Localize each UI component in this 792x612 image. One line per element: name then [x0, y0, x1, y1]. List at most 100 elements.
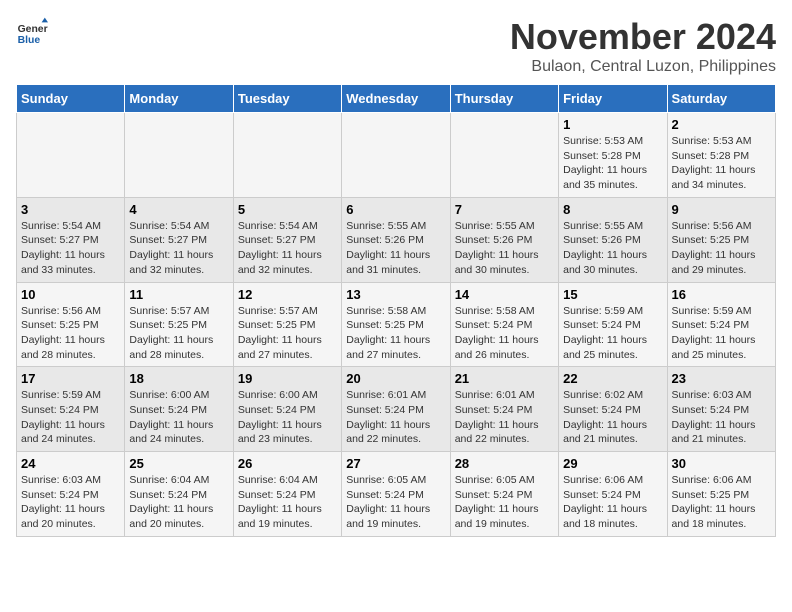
calendar-week-row: 24Sunrise: 6:03 AM Sunset: 5:24 PM Dayli… — [17, 452, 776, 537]
calendar-cell: 20Sunrise: 6:01 AM Sunset: 5:24 PM Dayli… — [342, 367, 450, 452]
calendar-cell: 24Sunrise: 6:03 AM Sunset: 5:24 PM Dayli… — [17, 452, 125, 537]
day-info: Sunrise: 5:55 AM Sunset: 5:26 PM Dayligh… — [346, 219, 445, 278]
calendar-cell: 23 Sunrise: 6:03 AM Sunset: 5:24 PM Dayli… — [667, 367, 775, 452]
calendar-cell: 10Sunrise: 5:56 AM Sunset: 5:25 PM Dayli… — [17, 282, 125, 367]
calendar-cell: 2Sunrise: 5:53 AM Sunset: 5:28 PM Daylig… — [667, 113, 775, 198]
header: General Blue November 2024 Bulaon, Centr… — [16, 16, 776, 76]
calendar-cell: 17 Sunrise: 5:59 AM Sunset: 5:24 PM Dayli… — [17, 367, 125, 452]
day-number: 30 — [672, 456, 771, 471]
day-info: Sunrise: 6:00 AM Sunset: 5:24 PM Dayligh… — [129, 388, 228, 447]
calendar-cell: 21 Sunrise: 6:01 AM Sunset: 5:24 PM Dayli… — [450, 367, 558, 452]
day-number: 12 — [238, 287, 337, 302]
calendar-cell: 15Sunrise: 5:59 AM Sunset: 5:24 PM Dayli… — [559, 282, 667, 367]
day-number: 14 — [455, 287, 554, 302]
calendar-header-row: SundayMondayTuesdayWednesdayThursdayFrid… — [17, 85, 776, 113]
calendar-cell: 13 Sunrise: 5:58 AM Sunset: 5:25 PM Dayli… — [342, 282, 450, 367]
calendar-cell: 14 Sunrise: 5:58 AM Sunset: 5:24 PM Dayli… — [450, 282, 558, 367]
day-info: Sunrise: 5:54 AM Sunset: 5:27 PM Dayligh… — [129, 219, 228, 278]
calendar-cell: 5 Sunrise: 5:54 AM Sunset: 5:27 PM Daylig… — [233, 197, 341, 282]
calendar-cell — [450, 113, 558, 198]
header-wednesday: Wednesday — [342, 85, 450, 113]
day-info: Sunrise: 5:59 AM Sunset: 5:24 PM Dayligh… — [563, 304, 662, 363]
calendar-cell: 12 Sunrise: 5:57 AM Sunset: 5:25 PM Dayli… — [233, 282, 341, 367]
calendar-cell: 18 Sunrise: 6:00 AM Sunset: 5:24 PM Dayli… — [125, 367, 233, 452]
header-thursday: Thursday — [450, 85, 558, 113]
calendar-week-row: 17 Sunrise: 5:59 AM Sunset: 5:24 PM Dayli… — [17, 367, 776, 452]
day-info: Sunrise: 6:02 AM Sunset: 5:24 PM Dayligh… — [563, 388, 662, 447]
day-info: Sunrise: 5:54 AM Sunset: 5:27 PM Dayligh… — [238, 219, 337, 278]
day-number: 26 — [238, 456, 337, 471]
calendar-cell: 11Sunrise: 5:57 AM Sunset: 5:25 PM Dayli… — [125, 282, 233, 367]
calendar-cell: 26 Sunrise: 6:04 AM Sunset: 5:24 PM Dayli… — [233, 452, 341, 537]
calendar-cell: 4 Sunrise: 5:54 AM Sunset: 5:27 PM Daylig… — [125, 197, 233, 282]
day-number: 19 — [238, 371, 337, 386]
calendar-cell: 6 Sunrise: 5:55 AM Sunset: 5:26 PM Daylig… — [342, 197, 450, 282]
calendar-cell: 29 Sunrise: 6:06 AM Sunset: 5:24 PM Dayli… — [559, 452, 667, 537]
calendar-cell: 19 Sunrise: 6:00 AM Sunset: 5:24 PM Dayli… — [233, 367, 341, 452]
day-info: Sunrise: 5:54 AM Sunset: 5:27 PM Dayligh… — [21, 219, 120, 278]
month-title: November 2024 — [510, 16, 776, 58]
day-number: 10 — [21, 287, 120, 302]
day-number: 23 — [672, 371, 771, 386]
calendar-cell: 7Sunrise: 5:55 AM Sunset: 5:26 PM Daylig… — [450, 197, 558, 282]
day-info: Sunrise: 6:06 AM Sunset: 5:24 PM Dayligh… — [563, 473, 662, 532]
calendar-cell — [233, 113, 341, 198]
day-info: Sunrise: 5:55 AM Sunset: 5:26 PM Dayligh… — [455, 219, 554, 278]
title-area: November 2024 Bulaon, Central Luzon, Phi… — [510, 16, 776, 76]
calendar-cell: 8Sunrise: 5:55 AM Sunset: 5:26 PM Daylig… — [559, 197, 667, 282]
day-number: 1 — [563, 117, 662, 132]
day-info: Sunrise: 6:00 AM Sunset: 5:24 PM Dayligh… — [238, 388, 337, 447]
day-info: Sunrise: 5:59 AM Sunset: 5:24 PM Dayligh… — [672, 304, 771, 363]
logo-icon: General Blue — [16, 16, 48, 48]
day-number: 9 — [672, 202, 771, 217]
calendar-table: SundayMondayTuesdayWednesdayThursdayFrid… — [16, 84, 776, 537]
day-info: Sunrise: 6:03 AM Sunset: 5:24 PM Dayligh… — [672, 388, 771, 447]
day-number: 27 — [346, 456, 445, 471]
day-number: 18 — [129, 371, 228, 386]
header-monday: Monday — [125, 85, 233, 113]
day-number: 29 — [563, 456, 662, 471]
day-info: Sunrise: 5:58 AM Sunset: 5:25 PM Dayligh… — [346, 304, 445, 363]
header-friday: Friday — [559, 85, 667, 113]
calendar-week-row: 10Sunrise: 5:56 AM Sunset: 5:25 PM Dayli… — [17, 282, 776, 367]
header-saturday: Saturday — [667, 85, 775, 113]
calendar-cell — [342, 113, 450, 198]
day-number: 13 — [346, 287, 445, 302]
day-info: Sunrise: 6:01 AM Sunset: 5:24 PM Dayligh… — [455, 388, 554, 447]
day-info: Sunrise: 6:01 AM Sunset: 5:24 PM Dayligh… — [346, 388, 445, 447]
header-sunday: Sunday — [17, 85, 125, 113]
header-tuesday: Tuesday — [233, 85, 341, 113]
location-subtitle: Bulaon, Central Luzon, Philippines — [510, 58, 776, 76]
calendar-cell: 9 Sunrise: 5:56 AM Sunset: 5:25 PM Daylig… — [667, 197, 775, 282]
day-number: 21 — [455, 371, 554, 386]
calendar-cell: 22 Sunrise: 6:02 AM Sunset: 5:24 PM Dayli… — [559, 367, 667, 452]
day-number: 5 — [238, 202, 337, 217]
day-info: Sunrise: 5:56 AM Sunset: 5:25 PM Dayligh… — [672, 219, 771, 278]
day-info: Sunrise: 6:05 AM Sunset: 5:24 PM Dayligh… — [455, 473, 554, 532]
calendar-cell: 28 Sunrise: 6:05 AM Sunset: 5:24 PM Dayli… — [450, 452, 558, 537]
day-number: 2 — [672, 117, 771, 132]
calendar-cell: 27 Sunrise: 6:05 AM Sunset: 5:24 PM Dayli… — [342, 452, 450, 537]
calendar-cell: 16 Sunrise: 5:59 AM Sunset: 5:24 PM Dayli… — [667, 282, 775, 367]
calendar-cell: 30Sunrise: 6:06 AM Sunset: 5:25 PM Dayli… — [667, 452, 775, 537]
day-number: 16 — [672, 287, 771, 302]
day-info: Sunrise: 5:59 AM Sunset: 5:24 PM Dayligh… — [21, 388, 120, 447]
day-info: Sunrise: 6:04 AM Sunset: 5:24 PM Dayligh… — [129, 473, 228, 532]
day-number: 11 — [129, 287, 228, 302]
calendar-cell — [125, 113, 233, 198]
day-number: 22 — [563, 371, 662, 386]
calendar-cell: 1Sunrise: 5:53 AM Sunset: 5:28 PM Daylig… — [559, 113, 667, 198]
day-number: 17 — [21, 371, 120, 386]
day-number: 6 — [346, 202, 445, 217]
logo: General Blue — [16, 16, 48, 48]
svg-text:General: General — [18, 24, 48, 35]
day-number: 25 — [129, 456, 228, 471]
day-info: Sunrise: 5:58 AM Sunset: 5:24 PM Dayligh… — [455, 304, 554, 363]
day-info: Sunrise: 6:04 AM Sunset: 5:24 PM Dayligh… — [238, 473, 337, 532]
calendar-cell: 3Sunrise: 5:54 AM Sunset: 5:27 PM Daylig… — [17, 197, 125, 282]
day-info: Sunrise: 6:05 AM Sunset: 5:24 PM Dayligh… — [346, 473, 445, 532]
day-number: 24 — [21, 456, 120, 471]
day-number: 28 — [455, 456, 554, 471]
day-info: Sunrise: 5:57 AM Sunset: 5:25 PM Dayligh… — [238, 304, 337, 363]
day-number: 4 — [129, 202, 228, 217]
